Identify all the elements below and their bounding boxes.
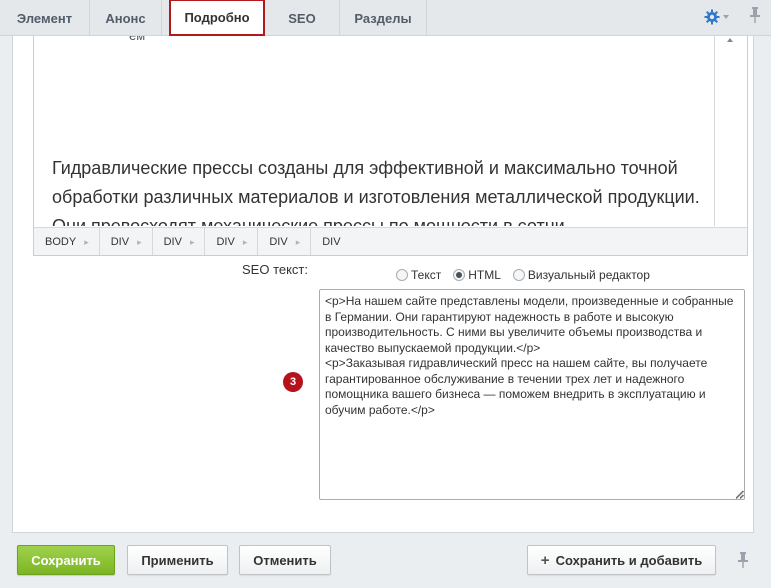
breadcrumb-div[interactable]: DIV <box>311 228 350 256</box>
resize-handle-icon[interactable] <box>735 491 744 499</box>
tab-details[interactable]: Подробно <box>169 0 265 36</box>
chevron-down-icon <box>723 15 729 19</box>
chevron-right-icon: ▸ <box>189 236 195 247</box>
tab-element[interactable]: Элемент <box>0 0 90 36</box>
tab-seo[interactable]: SEO <box>265 0 340 36</box>
chevron-right-icon: ▸ <box>242 236 248 247</box>
mode-html[interactable]: HTML <box>453 268 501 282</box>
radio-html[interactable] <box>453 269 466 281</box>
seo-mode-switch: Текст HTML Визуальный редактор <box>396 268 662 282</box>
editor-content-area[interactable]: ем Гидравлические прессы созданы для эфф… <box>34 36 715 226</box>
breadcrumb-div[interactable]: DIV ▸ <box>258 227 312 255</box>
seo-text-input[interactable]: <p>На нашем сайте представлены модели, п… <box>319 289 745 500</box>
chevron-right-icon: ▸ <box>137 236 142 247</box>
apply-button[interactable]: Применить <box>127 545 228 575</box>
breadcrumb-div[interactable]: DIV ▸ <box>205 227 259 255</box>
save-and-add-label: Сохранить и добавить <box>555 552 703 568</box>
plus-icon: + <box>540 551 550 569</box>
pin-icon[interactable] <box>736 551 750 569</box>
mode-visual-editor[interactable]: Визуальный редактор <box>512 268 650 282</box>
radio-visual-editor[interactable] <box>512 269 525 281</box>
gear-icon <box>704 9 720 25</box>
save-and-add-button[interactable]: + Сохранить и добавить <box>527 545 716 575</box>
editor-scrollbar[interactable] <box>715 36 747 226</box>
editor-cut-text: ем <box>129 36 145 43</box>
breadcrumb-body[interactable]: BODY ▸ <box>34 227 100 255</box>
scroll-up-icon[interactable] <box>727 38 733 42</box>
radio-text[interactable] <box>396 269 408 281</box>
chevron-right-icon: ▸ <box>84 236 89 247</box>
save-button[interactable]: Сохранить <box>17 545 115 575</box>
pin-icon[interactable] <box>748 6 762 24</box>
visual-editor: ем Гидравлические прессы созданы для эфф… <box>33 36 748 256</box>
step-badge: 3 <box>283 372 303 392</box>
tab-bar: Элемент Анонс Подробно SEO Разделы <box>0 0 771 36</box>
details-panel: ем Гидравлические прессы созданы для эфф… <box>12 36 754 533</box>
breadcrumb-div[interactable]: DIV ▸ <box>153 227 206 255</box>
chevron-right-icon: ▸ <box>295 236 301 247</box>
settings-button[interactable] <box>704 6 730 28</box>
tab-sections[interactable]: Разделы <box>340 0 427 36</box>
editor-paragraph: Гидравлические прессы созданы для эффект… <box>52 158 700 226</box>
cancel-button[interactable]: Отменить <box>239 545 331 575</box>
editor-breadcrumb: BODY ▸ DIV ▸ DIV ▸ DIV ▸ DIV ▸ DIV <box>34 227 747 256</box>
breadcrumb-div[interactable]: DIV ▸ <box>100 227 153 255</box>
mode-text[interactable]: Текст <box>396 268 441 282</box>
seo-text-label: SEO текст: <box>242 262 309 277</box>
tab-announce[interactable]: Анонс <box>90 0 162 36</box>
